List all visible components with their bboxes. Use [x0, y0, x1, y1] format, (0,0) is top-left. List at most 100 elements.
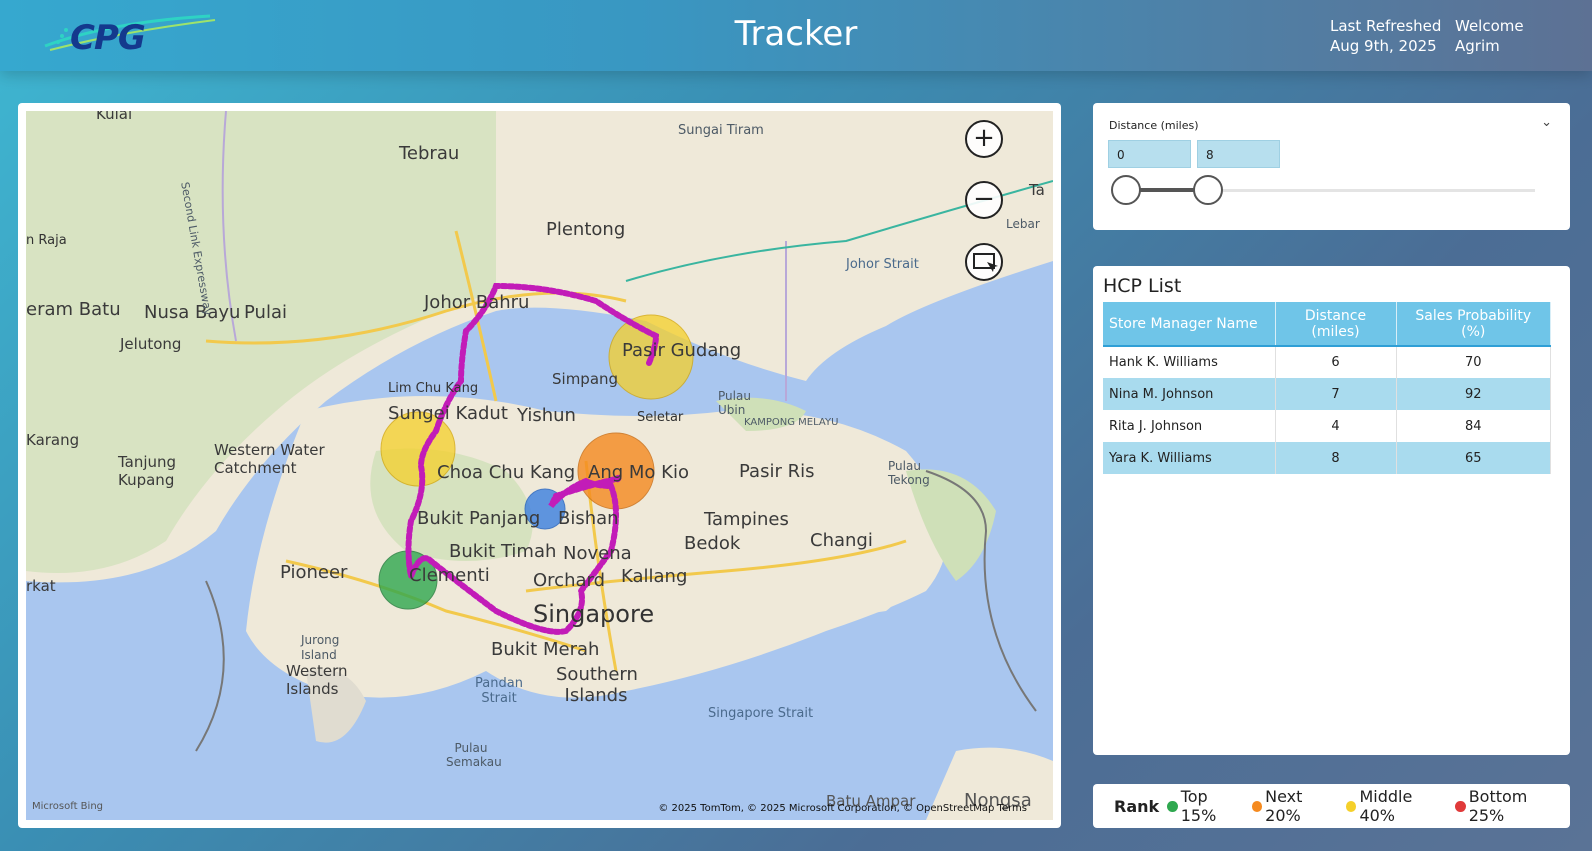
map-label-western-catchment: Western Water Catchment [214, 441, 325, 477]
zoom-out-button[interactable]: − [965, 181, 1003, 219]
legend-title: Rank [1114, 796, 1160, 816]
map-label-rkat: rkat [26, 577, 56, 595]
map-label-yishun: Yishun [517, 405, 576, 426]
cell-probability: 84 [1396, 410, 1551, 442]
legend-label: Middle 40% [1359, 787, 1413, 825]
slider-min-thumb[interactable] [1111, 175, 1141, 205]
map-label-tanjung-kupang: Tanjung Kupang [118, 453, 177, 489]
map-label-bukit-panjang: Bukit Panjang [417, 508, 541, 529]
cell-probability: 65 [1396, 442, 1551, 474]
map-label-bukit-timah: Bukit Timah [449, 541, 557, 562]
map-label-simpang: Simpang [552, 370, 619, 388]
cell-name: Hank K. Williams [1103, 346, 1276, 378]
map-label-nusa-bayu: Nusa Bayu [144, 302, 241, 323]
hcp-table: Store Manager Name Distance (miles) Sale… [1103, 302, 1551, 474]
cell-name: Rita J. Johnson [1103, 410, 1276, 442]
map-label-pulau-ubin: Pulau Ubin [718, 389, 751, 417]
map-label-jurong-island: Jurong Island [301, 633, 340, 662]
column-header-probability[interactable]: Sales Probability (%) [1396, 302, 1551, 347]
map-label-southern-islands: Southern Islands [556, 664, 638, 706]
min-distance-input[interactable]: 0 [1108, 140, 1191, 168]
map-label-western-islands: Western Islands [286, 662, 348, 698]
map-label-sungai-tiram: Sungai Tiram [678, 123, 764, 138]
map-label-pulau-semakau: Pulau Semakau [446, 741, 502, 769]
map-label-kampong-melayu: KAMPONG MELAYU [744, 417, 839, 428]
rank-legend: Rank Top 15% Next 20% Middle 40% Bottom … [1093, 784, 1570, 828]
map-label-bishan: Bishan [558, 508, 619, 529]
map-label-pioneer: Pioneer [280, 562, 348, 583]
map-label-sungei-kadut: Sungei Kadut [388, 403, 508, 424]
map-label-kallang: Kallang [621, 566, 688, 587]
cell-distance: 6 [1275, 346, 1397, 378]
yellow-dot-icon [1345, 800, 1357, 812]
map-label-pasir-gudang: Pasir Gudang [622, 340, 742, 361]
column-header-name[interactable]: Store Manager Name [1103, 302, 1276, 347]
column-header-distance[interactable]: Distance (miles) [1275, 302, 1397, 347]
legend-label: Top 15% [1180, 787, 1217, 825]
map-label-n-raja: n Raja [26, 233, 67, 248]
legend-label: Bottom 25% [1468, 787, 1528, 825]
map-label-pasir-ris: Pasir Ris [739, 461, 815, 482]
table-row[interactable]: Hank K. Williams 6 70 [1103, 346, 1551, 378]
max-distance-input[interactable]: 8 [1197, 140, 1280, 168]
cell-distance: 8 [1275, 442, 1397, 474]
legend-item-top: Top 15% [1167, 787, 1245, 825]
map-copyright[interactable]: © 2025 TomTom, © 2025 Microsoft Corporat… [658, 803, 1027, 814]
map-label-kulai: Kulai [96, 111, 133, 123]
map-label-pulai: Pulai [244, 302, 287, 323]
cell-distance: 4 [1275, 410, 1397, 442]
slider-max-thumb[interactable] [1193, 175, 1223, 205]
map-label-lebar: Lebar [1006, 217, 1040, 231]
map-label-ta: Ta [1029, 181, 1045, 199]
cell-probability: 70 [1396, 346, 1551, 378]
map-label-ang-mo-kio: Ang Mo Kio [588, 462, 689, 483]
map-label-karang: Karang [26, 431, 80, 449]
map-label-novena: Novena [563, 543, 632, 564]
last-refreshed: Last Refreshed Aug 9th, 2025 [1330, 16, 1441, 56]
map-label-johor-strait: Johor Strait [846, 257, 919, 272]
map-label-orchard: Orchard [533, 570, 606, 591]
cell-name: Yara K. Williams [1103, 442, 1276, 474]
legend-label: Next 20% [1265, 787, 1303, 825]
select-area-button[interactable] [965, 243, 1003, 281]
map-label-pandan-strait: Pandan Strait [475, 676, 523, 706]
welcome-user: Welcome Agrim [1455, 16, 1524, 56]
map-label-pulau-tekong: Pulau Tekong [888, 459, 930, 487]
map-label-choa-chu-kang: Choa Chu Kang [437, 462, 576, 483]
cell-probability: 92 [1396, 378, 1551, 410]
legend-item-next: Next 20% [1251, 787, 1340, 825]
distance-slicer: Distance (miles) ⌄ 0 8 [1093, 103, 1570, 230]
map-label-seletar: Seletar [637, 410, 684, 425]
map-label-jelutong: Jelutong [120, 335, 182, 353]
table-header-row: Store Manager Name Distance (miles) Sale… [1103, 302, 1551, 347]
map-label-bukit-merah: Bukit Merah [491, 639, 600, 660]
map-card: Kulai Sungai Tiram Tebrau Plentong n Raj… [18, 103, 1061, 828]
last-refreshed-value: Aug 9th, 2025 [1330, 37, 1437, 55]
chevron-down-icon[interactable]: ⌄ [1541, 115, 1552, 130]
bing-attribution: Microsoft Bing [32, 801, 104, 812]
green-dot-icon [1167, 800, 1178, 812]
legend-item-bottom: Bottom 25% [1455, 787, 1564, 825]
route-map[interactable]: Kulai Sungai Tiram Tebrau Plentong n Raj… [26, 111, 1053, 820]
map-label-eram-batu: eram Batu [26, 299, 121, 320]
table-row[interactable]: Yara K. Williams 8 65 [1103, 442, 1551, 474]
hcp-list-card: HCP List Store Manager Name Distance (mi… [1093, 266, 1570, 755]
table-row[interactable]: Rita J. Johnson 4 84 [1103, 410, 1551, 442]
map-label-lim-chu-kang: Lim Chu Kang [388, 381, 479, 396]
map-label-johor-bahru: Johor Bahru [424, 292, 530, 313]
map-label-plentong: Plentong [546, 219, 626, 240]
cell-distance: 7 [1275, 378, 1397, 410]
orange-dot-icon [1251, 800, 1263, 812]
map-label-singapore: Singapore [533, 600, 655, 628]
map-label-changi: Changi [810, 530, 873, 551]
slicer-title: Distance (miles) [1109, 119, 1199, 132]
welcome-label: Welcome [1455, 17, 1524, 35]
map-label-tampines: Tampines [704, 509, 789, 530]
red-dot-icon [1455, 800, 1466, 812]
map-label-bedok: Bedok [684, 533, 741, 554]
legend-item-middle: Middle 40% [1345, 787, 1449, 825]
zoom-in-button[interactable]: + [965, 120, 1003, 158]
table-row[interactable]: Nina M. Johnson 7 92 [1103, 378, 1551, 410]
map-label-tebrau: Tebrau [399, 143, 460, 164]
cell-name: Nina M. Johnson [1103, 378, 1276, 410]
